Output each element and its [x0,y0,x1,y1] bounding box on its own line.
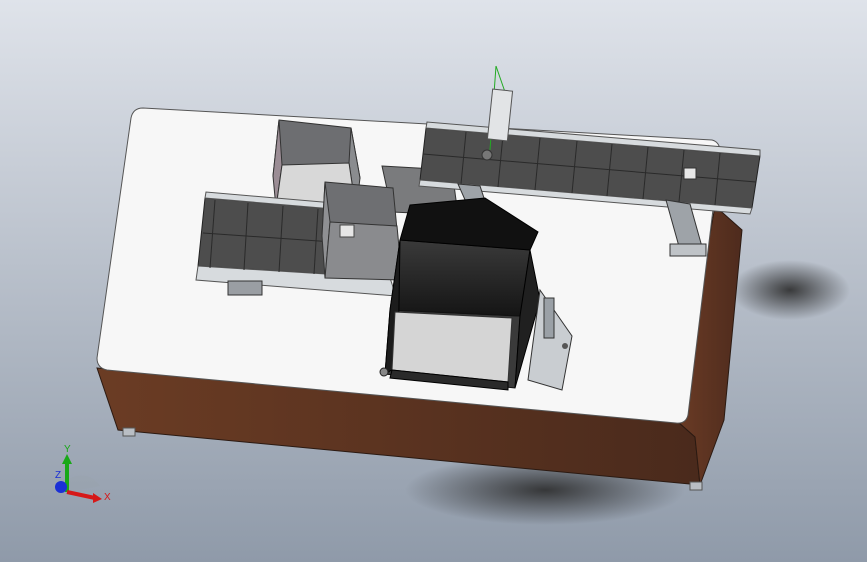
cad-viewport[interactable]: Y X Z [0,0,867,562]
ground-shadow-right [730,260,850,320]
z-axis-label: Z [55,470,61,481]
sorting-bin-front [321,181,403,281]
3d-model-scene[interactable] [0,0,867,562]
x-axis-arrow [66,490,96,500]
y-axis-label: Y [64,444,71,455]
x-axis-label: X [104,492,111,503]
axis-triad: Y X Z [55,444,111,503]
table-foot [689,481,703,491]
hopper-chute [379,197,541,391]
z-axis-dot [55,481,67,493]
table-foot [122,427,136,437]
